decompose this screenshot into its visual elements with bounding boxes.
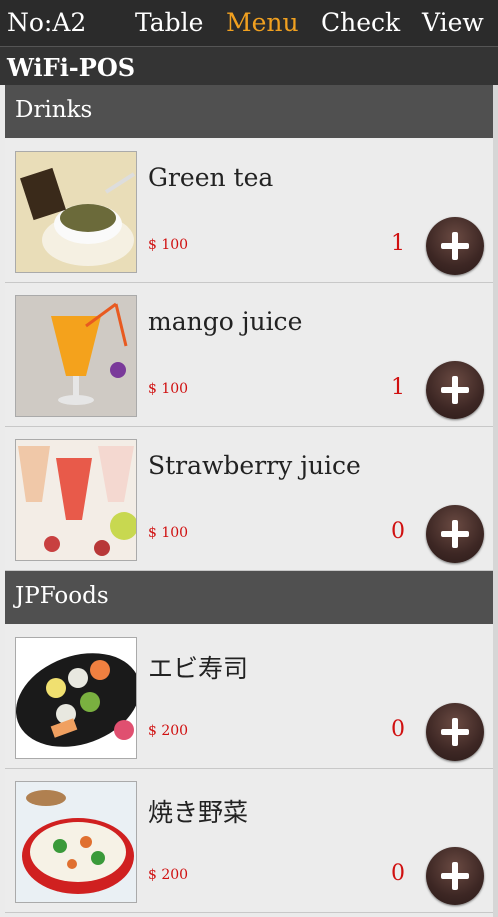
item-quantity: 1	[391, 231, 405, 256]
app-title: WiFi-POS	[7, 53, 136, 82]
tab-check[interactable]: Check	[321, 8, 400, 38]
item-price: $ 100	[148, 237, 189, 253]
item-price: $ 200	[148, 867, 189, 883]
plus-circle-icon[interactable]	[426, 847, 484, 905]
tab-table[interactable]: Table	[135, 8, 203, 38]
scrollbar-track[interactable]	[493, 85, 498, 917]
table-number: No:A2	[7, 8, 87, 37]
category-header-jpfoods[interactable]: JPFoods	[5, 571, 493, 624]
item-price: $ 100	[148, 525, 189, 541]
menu-item: エビ寿司 $ 200 0	[5, 625, 493, 769]
item-name: Strawberry juice	[148, 451, 361, 480]
menu-item: Green tea $ 100 1	[5, 139, 493, 283]
menu-item: 焼き野菜 $ 200 0	[5, 769, 493, 913]
top-nav: No:A2 Table Menu Check View	[0, 0, 498, 47]
mango-juice-photo	[15, 295, 137, 417]
menu-item: Strawberry juice $ 100 0	[5, 427, 493, 571]
item-name: mango juice	[148, 307, 303, 336]
grilled-vegetables-photo	[15, 781, 137, 903]
menu-list: Drinks Green tea $ 100 1 mango juice $ 1…	[5, 85, 493, 917]
item-name: 焼き野菜	[148, 798, 249, 827]
app-header: WiFi-POS	[0, 47, 498, 85]
strawberry-juice-photo	[15, 439, 137, 561]
app-frame: No:A2 Table Menu Check View WiFi-POS Dri…	[0, 0, 498, 917]
item-price: $ 200	[148, 723, 189, 739]
item-name: Green tea	[148, 163, 274, 192]
item-quantity: 0	[391, 519, 405, 544]
item-quantity: 0	[391, 717, 405, 742]
plus-circle-icon[interactable]	[426, 505, 484, 563]
item-quantity: 1	[391, 375, 405, 400]
plus-circle-icon[interactable]	[426, 361, 484, 419]
plus-circle-icon[interactable]	[426, 703, 484, 761]
green-tea-photo	[15, 151, 137, 273]
menu-item: mango juice $ 100 1	[5, 283, 493, 427]
category-label: JPFoods	[15, 583, 109, 609]
category-header-drinks[interactable]: Drinks	[5, 85, 493, 138]
category-label: Drinks	[15, 97, 93, 123]
item-name: エビ寿司	[148, 654, 249, 683]
item-quantity: 0	[391, 861, 405, 886]
shrimp-sushi-photo	[15, 637, 137, 759]
plus-circle-icon[interactable]	[426, 217, 484, 275]
tab-menu[interactable]: Menu	[226, 8, 299, 38]
item-price: $ 100	[148, 381, 189, 397]
tab-view[interactable]: View	[422, 8, 484, 38]
